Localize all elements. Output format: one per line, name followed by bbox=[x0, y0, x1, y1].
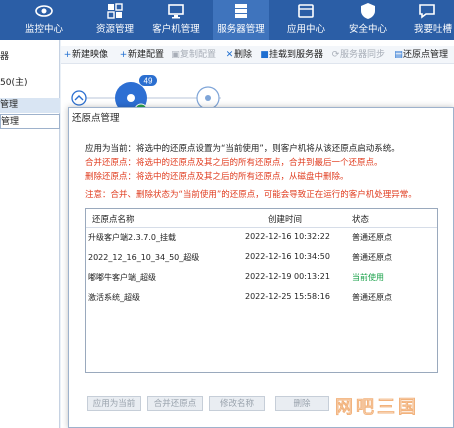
nav-label: 监控中心 bbox=[24, 24, 63, 35]
nav-label: 应用中心 bbox=[286, 24, 325, 35]
app-center-icon bbox=[298, 4, 314, 18]
row-time: 2022-12-16 10:34:50 bbox=[245, 252, 330, 261]
header-divider bbox=[86, 227, 437, 228]
info-apply: 应用为当前：将选中的还原点设置为“当前使用”，则客户机将从该还原点启动系统。 bbox=[85, 144, 400, 154]
row-status: 普通还原点 bbox=[352, 293, 392, 302]
row-name: 激活系统_超级 bbox=[88, 293, 140, 302]
row-name: 嘟嘟牛客户端_超级 bbox=[88, 273, 156, 282]
nav-label: 服务器管理 bbox=[217, 24, 265, 35]
dialog-title: 还原点管理 bbox=[72, 113, 120, 124]
column-header-time[interactable]: 创建时间 bbox=[268, 213, 302, 225]
watermark-logo: 网吧三国 bbox=[334, 396, 419, 418]
eye-icon bbox=[35, 5, 53, 17]
row-status-current: 当前使用 bbox=[352, 273, 384, 282]
nav-item-server-manage[interactable]: 服务器管理 bbox=[213, 0, 269, 40]
copy-icon: ▣ bbox=[171, 50, 180, 60]
tree-item-manage-2[interactable]: 管理 bbox=[0, 114, 60, 129]
server-sync-button[interactable]: ⟳服务器同步 bbox=[331, 46, 385, 64]
copy-config-button[interactable]: ▣复制配置 bbox=[171, 46, 216, 64]
resources-icon bbox=[107, 3, 123, 19]
nav-label: 安全中心 bbox=[348, 24, 387, 35]
nav-item-client-manage[interactable]: 客户机管理 bbox=[148, 0, 204, 40]
row-time: 2022-12-16 10:32:22 bbox=[245, 232, 330, 241]
nav-item-resources[interactable]: 资源管理 bbox=[87, 0, 143, 40]
info-delete: 删除还原点：将选中的还原点及其之后的所有还原点，从磁盘中删除。 bbox=[85, 172, 349, 182]
tree-item-servers[interactable]: 器 bbox=[0, 50, 60, 65]
column-header-status[interactable]: 状态 bbox=[352, 213, 369, 225]
client-monitor-icon bbox=[168, 4, 184, 19]
nav-label: 客户机管理 bbox=[152, 24, 200, 35]
new-config-button[interactable]: +新建配置 bbox=[119, 46, 164, 64]
new-config-label: 新建配置 bbox=[128, 50, 165, 60]
plus-icon: + bbox=[119, 50, 128, 60]
restore-count-badge: 49 bbox=[139, 75, 157, 86]
left-server-tree: 器 50(主) 管理 管理 bbox=[0, 40, 60, 428]
collapse-toggle-icon[interactable] bbox=[71, 90, 87, 106]
info-merge: 合并还原点：将选中的还原点及其之后的所有还原点，合并到最后一个还原点。 bbox=[85, 158, 383, 168]
close-icon: ✕ bbox=[225, 50, 234, 60]
row-status: 普通还原点 bbox=[352, 233, 392, 242]
new-image-button[interactable]: +新建映像 bbox=[63, 46, 108, 64]
warning-note: 注意：合并、删除状态为“当前使用”的还原点，可能会导致正在运行的客户机处理异常。 bbox=[85, 190, 417, 200]
nav-item-feedback[interactable]: 我要吐槽 bbox=[400, 0, 454, 40]
row-time: 2022-12-25 15:58:16 bbox=[245, 292, 330, 301]
row-name: 2022_12_16_10_34_50_超级 bbox=[88, 253, 200, 262]
column-header-name[interactable]: 还原点名称 bbox=[92, 213, 135, 225]
shield-icon bbox=[361, 3, 375, 19]
feedback-icon bbox=[419, 4, 435, 19]
new-image-label: 新建映像 bbox=[72, 50, 109, 60]
nav-item-app-center[interactable]: 应用中心 bbox=[278, 0, 334, 40]
delete-label: 删除 bbox=[234, 50, 253, 60]
sync-icon: ⟳ bbox=[331, 50, 340, 60]
row-status: 普通还原点 bbox=[352, 253, 392, 262]
toolbar: +新建映像 +新建配置 ▣复制配置 ✕删除 ■挂载到服务器 ⟳服务器同步 ▤还原… bbox=[61, 46, 454, 64]
restore-point-node-icon[interactable] bbox=[196, 86, 220, 110]
plus-icon: + bbox=[63, 50, 72, 60]
watermark-text: 网吧三国 bbox=[335, 397, 419, 418]
restore-manage-label: 还原点管理 bbox=[403, 50, 449, 60]
rename-button[interactable]: 修改名称 bbox=[209, 396, 265, 411]
apply-current-button[interactable]: 应用为当前 bbox=[87, 396, 141, 411]
server-icon bbox=[235, 4, 247, 18]
restore-point-dialog: 还原点管理 应用为当前：将选中的还原点设置为“当前使用”，则客户机将从该还原点启… bbox=[68, 107, 454, 428]
row-name: 升级客户端2.3.7.0_挂载 bbox=[88, 233, 176, 242]
copy-config-label: 复制配置 bbox=[180, 50, 217, 60]
mount-server-button[interactable]: ■挂载到服务器 bbox=[260, 46, 323, 64]
tree-item-manage-1[interactable]: 管理 bbox=[0, 98, 60, 113]
tree-item-main-server[interactable]: 50(主) bbox=[0, 76, 60, 91]
nav-item-security-center[interactable]: 安全中心 bbox=[340, 0, 396, 40]
mount-icon: ■ bbox=[260, 50, 269, 60]
restore-point-list[interactable]: 还原点名称 创建时间 状态 升级客户端2.3.7.0_挂载 2022-12-16… bbox=[85, 208, 438, 373]
restore-manage-button[interactable]: ▤还原点管理 bbox=[394, 46, 448, 64]
merge-restore-button[interactable]: 合并还原点 bbox=[147, 396, 203, 411]
delete-restore-button[interactable]: 删除 bbox=[275, 396, 329, 411]
nav-item-monitor-center[interactable]: 监控中心 bbox=[16, 0, 72, 40]
row-time: 2022-12-19 00:13:21 bbox=[245, 272, 330, 281]
server-sync-label: 服务器同步 bbox=[340, 50, 386, 60]
nav-label: 我要吐槽 bbox=[414, 24, 453, 35]
restore-icon: ▤ bbox=[394, 50, 403, 60]
delete-button[interactable]: ✕删除 bbox=[225, 46, 252, 64]
top-navigation-bar: 监控中心 资源管理 客户机管理 服务器管理 应用中心 安全中心 我要吐槽 bbox=[0, 0, 454, 40]
nav-label: 资源管理 bbox=[95, 24, 134, 35]
badge-count: 49 bbox=[144, 77, 153, 86]
mount-server-label: 挂载到服务器 bbox=[269, 50, 324, 60]
